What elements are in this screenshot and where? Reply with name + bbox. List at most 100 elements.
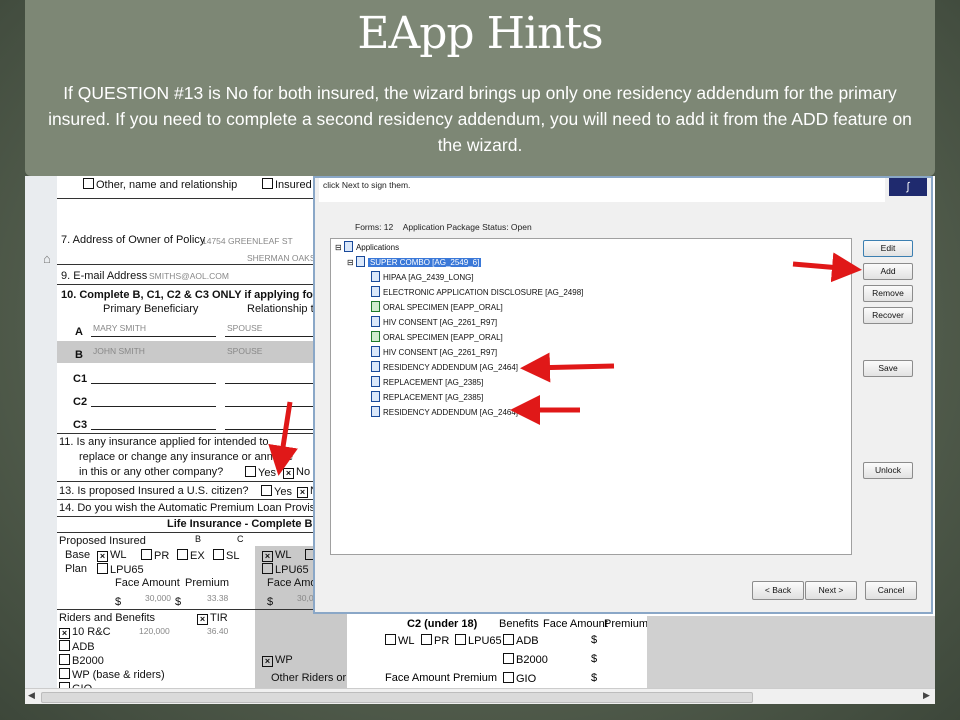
wp-base-checkbox[interactable]: WP (base & riders) <box>59 668 165 681</box>
tree-node-residency-addendum[interactable]: RESIDENCY ADDENDUM [AG_2464] <box>371 361 518 372</box>
beneficiary-row-label: A <box>75 326 83 338</box>
company-logo-icon: ∫ <box>889 178 927 196</box>
form-icon <box>371 286 380 297</box>
q7-address-line1[interactable]: 14754 GREENLEAF ST <box>202 236 293 246</box>
benefits-label: Benefits <box>499 618 539 630</box>
unlock-button[interactable]: Unlock <box>863 462 913 479</box>
ex-checkbox[interactable]: EX <box>177 549 205 562</box>
tree-node-form[interactable]: REPLACEMENT [AG_2385] <box>371 376 483 387</box>
scroll-right-icon[interactable]: ▶ <box>923 690 930 701</box>
r10-checkbox[interactable]: × 10 R&C <box>59 626 111 639</box>
pr-checkbox[interactable]: PR <box>141 549 169 562</box>
q7-address-line2[interactable]: SHERMAN OAKS <box>247 253 316 263</box>
tree-node-form[interactable]: ORAL SPECIMEN [EAPP_ORAL] <box>371 301 503 312</box>
document-side-panel: ⌂ <box>25 176 58 691</box>
home-icon[interactable]: ⌂ <box>43 251 51 266</box>
c2-b2000-checkbox[interactable]: B2000 <box>503 653 548 666</box>
wl-checkbox-b[interactable]: × WL <box>262 549 292 562</box>
scroll-left-icon[interactable]: ◀ <box>28 690 35 701</box>
collapse-icon[interactable]: ⊟ <box>335 243 342 252</box>
tree-node-applications[interactable]: ⊟ Applications <box>335 241 399 252</box>
primary-beneficiary-heading: Primary Beneficiary <box>103 303 199 315</box>
tree-node-super-combo[interactable]: ⊟ SUPER COMBO [AG_2549_6] <box>347 256 482 267</box>
screenshot-frame: ⌂ Other, name and relationship Insured A… <box>25 176 935 704</box>
r10-premium-value[interactable]: 36.40 <box>207 626 228 636</box>
c2-face-amount-label: Face Amount <box>385 672 450 684</box>
remove-button[interactable]: Remove <box>863 285 913 302</box>
beneficiary-a-name[interactable]: MARY SMITH <box>93 323 146 333</box>
c2-pr-checkbox[interactable]: PR <box>421 634 449 647</box>
tree-node-form[interactable]: HIV CONSENT [AG_2261_R97] <box>371 346 497 357</box>
tree-node-form[interactable]: ELECTRONIC APPLICATION DISCLOSURE [AG_24… <box>371 286 583 297</box>
tree-node-form[interactable]: ORAL SPECIMEN [EAPP_ORAL] <box>371 331 503 342</box>
dollar-sign: $ <box>591 672 598 684</box>
folder-icon <box>343 241 353 252</box>
viewer-background <box>647 616 935 691</box>
q14-label: 14. Do you wish the Automatic Premium Lo… <box>59 502 340 514</box>
beneficiary-b-name[interactable]: JOHN SMITH <box>93 346 145 356</box>
face-amount-value[interactable]: 30,000 <box>145 593 171 603</box>
signed-form-icon <box>371 331 380 342</box>
dialog-instructions: click Next to sign them. <box>319 178 885 202</box>
cancel-button[interactable]: Cancel <box>865 581 917 600</box>
form-icon <box>371 361 380 372</box>
premium-value[interactable]: 33.38 <box>207 593 228 603</box>
form-icon <box>371 316 380 327</box>
c2-wl-checkbox[interactable]: WL <box>385 634 415 647</box>
q13-yes-checkbox[interactable]: Yes <box>261 485 292 498</box>
sl-checkbox[interactable]: SL <box>213 549 239 562</box>
application-form: Other, name and relationship Insured A 7… <box>57 176 389 695</box>
next-button[interactable]: Next > <box>805 581 857 600</box>
c2-under-18-label: C2 (under 18) <box>407 618 478 630</box>
tree-node-form[interactable]: HIPAA [AG_2439_LONG] <box>371 271 474 282</box>
form-continuation: C2 (under 18) Benefits Face Amount Premi… <box>347 616 649 691</box>
collapse-icon[interactable]: ⊟ <box>347 258 354 267</box>
q9-email-value[interactable]: SMITHS@AOL.COM <box>149 271 229 281</box>
form-icon <box>371 271 380 282</box>
c2-premium-label: Premium <box>453 672 498 684</box>
c2-lpu65-checkbox[interactable]: LPU65 <box>455 634 502 647</box>
premium-label-c2: Premium <box>604 618 649 630</box>
q11-yes-checkbox[interactable]: Yes <box>245 466 276 479</box>
dollar-sign: $ <box>175 596 182 608</box>
recover-button[interactable]: Recover <box>863 307 913 324</box>
form-icon <box>355 256 365 267</box>
slide-title: EApp Hints <box>357 8 603 59</box>
tree-node-form[interactable]: HIV CONSENT [AG_2261_R97] <box>371 316 497 327</box>
dollar-sign: $ <box>591 653 598 665</box>
lpu65-checkbox[interactable]: LPU65 <box>97 563 144 576</box>
c2-adb-checkbox[interactable]: ADB <box>503 634 539 647</box>
beneficiary-a-relation[interactable]: SPOUSE <box>227 323 262 333</box>
horizontal-scrollbar[interactable]: ◀ ▶ <box>25 688 935 704</box>
add-button[interactable]: Add <box>863 263 913 280</box>
base-label: Base <box>65 549 91 561</box>
forms-count: Forms: 12 Application Package Status: Op… <box>355 222 532 232</box>
beneficiary-b-relation[interactable]: SPOUSE <box>227 346 262 356</box>
dollar-sign: $ <box>591 634 598 646</box>
back-button[interactable]: < Back <box>752 581 804 600</box>
tree-node-residency-addendum[interactable]: RESIDENCY ADDENDUM [AG_2464] <box>371 406 518 417</box>
eapp-wizard-dialog: click Next to sign them. ∫ Forms: 12 App… <box>313 176 933 614</box>
scrollbar-thumb[interactable] <box>41 692 753 703</box>
form-icon <box>371 391 380 402</box>
save-button[interactable]: Save <box>863 360 913 377</box>
r10-face-value[interactable]: 120,000 <box>139 626 170 636</box>
column-b-label: B <box>195 534 202 544</box>
c2-gio-checkbox[interactable]: GIO <box>503 672 536 685</box>
wl-checkbox[interactable]: × WL <box>97 549 127 562</box>
tir-checkbox[interactable]: × TIR <box>197 612 228 625</box>
edit-button[interactable]: Edit <box>863 240 913 257</box>
q11-no-checkbox[interactable]: × No <box>283 466 310 479</box>
dollar-sign: $ <box>115 596 122 608</box>
form-icon <box>371 376 380 387</box>
face-amount-label: Face Amount <box>115 577 180 589</box>
tree-node-form[interactable]: REPLACEMENT [AG_2385] <box>371 391 483 402</box>
lpu65-checkbox-b[interactable]: LPU65 <box>262 563 309 576</box>
wp-checkbox-b[interactable]: × WP <box>262 654 293 667</box>
adb-checkbox[interactable]: ADB <box>59 640 95 653</box>
q10-label: 10. Complete B, C1, C2 & C3 ONLY if appl… <box>61 289 333 301</box>
b2000-checkbox[interactable]: B2000 <box>59 654 104 667</box>
other-relationship-option[interactable]: Other, name and relationship <box>83 178 237 191</box>
q9-label: 9. E-mail Address <box>61 270 148 282</box>
premium-label: Premium <box>185 577 230 589</box>
